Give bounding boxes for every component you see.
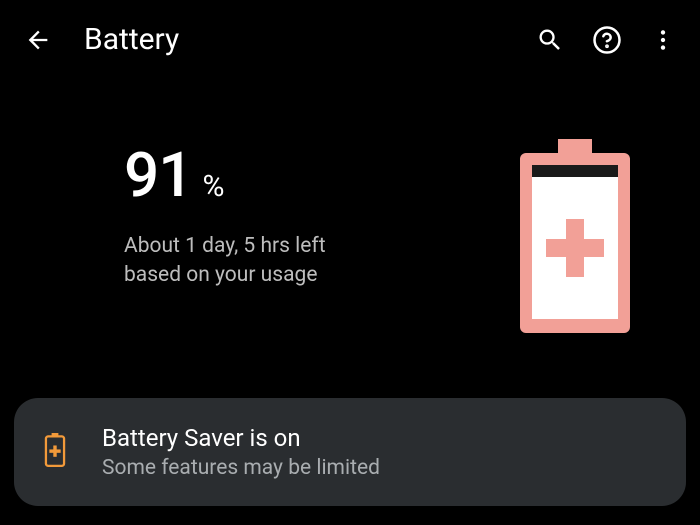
percent-value: 91 xyxy=(124,139,192,212)
battery-info: 91 % About 1 day, 5 hrs left based on yo… xyxy=(124,139,450,291)
estimate-line2: based on your usage xyxy=(124,261,450,290)
saver-title: Battery Saver is on xyxy=(102,424,656,452)
header-actions xyxy=(536,25,676,55)
percent-symbol: % xyxy=(202,169,224,204)
back-button[interactable] xyxy=(24,26,52,54)
more-button[interactable] xyxy=(650,27,676,53)
page-title: Battery xyxy=(84,22,504,57)
battery-saver-icon xyxy=(44,433,66,467)
battery-saver-card[interactable]: Battery Saver is on Some features may be… xyxy=(14,398,686,506)
estimate-line1: About 1 day, 5 hrs left xyxy=(124,232,450,261)
battery-graphic xyxy=(510,139,640,338)
battery-plus-icon xyxy=(510,139,640,334)
help-icon xyxy=(592,25,622,55)
more-vert-icon xyxy=(650,27,676,53)
saver-text: Battery Saver is on Some features may be… xyxy=(102,424,656,480)
saver-subtitle: Some features may be limited xyxy=(102,456,656,480)
battery-percentage: 91 % xyxy=(124,139,450,212)
help-button[interactable] xyxy=(592,25,622,55)
arrow-back-icon xyxy=(24,26,52,54)
saver-icon-container xyxy=(44,433,66,471)
search-button[interactable] xyxy=(536,26,564,54)
app-header: Battery xyxy=(0,0,700,79)
search-icon xyxy=(536,26,564,54)
battery-summary: 91 % About 1 day, 5 hrs left based on yo… xyxy=(0,79,700,378)
